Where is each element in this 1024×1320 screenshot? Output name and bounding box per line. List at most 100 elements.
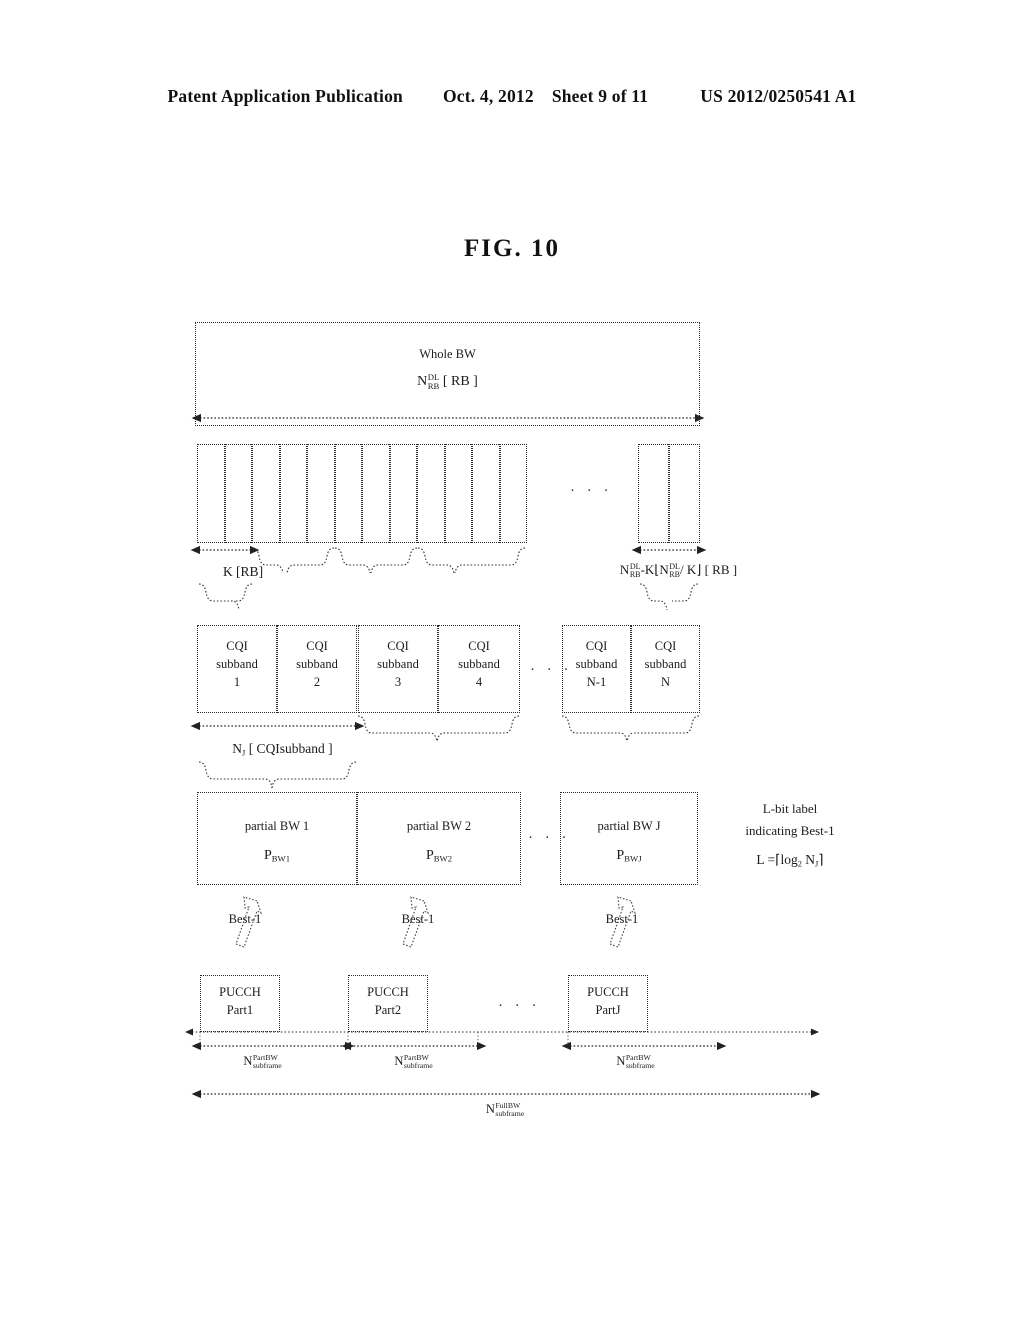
lbit-L: L: [756, 852, 765, 867]
figure-title: FIG. 10: [464, 235, 560, 262]
cqi-subband-text: CQI subband 1: [197, 637, 277, 691]
cqi-subband-text: CQI subband N-1: [562, 637, 631, 691]
fullbw-subframe-label: N FullBW subframe: [440, 1100, 570, 1118]
nj-cqisubband-label: NJ [ CQIsubband ]: [200, 739, 365, 759]
header-sheet: Sheet 9 of 11: [551, 86, 649, 106]
pucch-line2-j: PartJ: [595, 1003, 621, 1018]
pbwsf-n-j: N: [616, 1054, 626, 1068]
cqi-line1: CQI: [226, 639, 248, 653]
fbwsf-n: N: [485, 1102, 495, 1116]
rb-cell: [444, 444, 472, 543]
lbit-note-line1: L-bit label: [762, 801, 818, 816]
lbit-log: log: [780, 852, 798, 867]
cqi-line1: CQI: [387, 639, 409, 653]
rb-cell: [307, 444, 335, 543]
pucch-line2-2: Part2: [374, 1003, 402, 1018]
pucch-text-1: PUCCH Part1: [200, 983, 280, 1019]
rf-stack2: DL RB: [669, 562, 680, 580]
whole-bw-formula-sub: RB: [427, 380, 440, 391]
lbit-close: ⌉: [818, 852, 824, 867]
header-date: Oct. 4, 2012: [442, 86, 534, 106]
patent-figure-page: Patent Application Publication Oct. 4, 2…: [0, 0, 1024, 1320]
pbwsf-stack-1: PartBW subframe: [253, 1054, 282, 1070]
partial-bw-title-1: partial BW 1: [244, 819, 310, 833]
partial-bw-title-j: partial BW J: [597, 819, 661, 833]
rb-cell: [252, 444, 280, 543]
partial-bw-title-2: partial BW 2: [406, 819, 472, 833]
rf-n2: N: [659, 562, 669, 577]
pbwsf-n-2: N: [394, 1054, 404, 1068]
lbit-note-line2: indicating Best-1: [745, 823, 835, 838]
rb-cell: [499, 444, 527, 543]
k-rb-label: K [RB]: [222, 564, 264, 579]
remainder-brace: [639, 583, 699, 611]
pbwsf-sub-1: subframe: [252, 1061, 282, 1071]
rf-mid: -K: [640, 562, 655, 577]
whole-bw-label: Whole BW: [419, 347, 476, 361]
rf-n1: N: [619, 562, 630, 577]
rf-sub1: RB: [629, 570, 641, 580]
whole-bw-formula-stack: DL RB: [428, 373, 440, 390]
partbw-subframe-label-j: N PartBW subframe: [578, 1052, 693, 1070]
rb-cell: [638, 444, 669, 543]
pbw-sub-j: BWJ: [624, 853, 642, 864]
cqi-line1: CQI: [468, 639, 490, 653]
fbwsf-stack: FullBW subframe: [495, 1102, 524, 1118]
pbwsf-sub-2: subframe: [403, 1061, 433, 1071]
cqi-line1: CQI: [306, 639, 328, 653]
best1-label: Best-1: [228, 912, 262, 926]
rf-sub2: RB: [669, 570, 680, 580]
rf-div: / K: [680, 562, 697, 577]
rb-cell: [362, 444, 390, 543]
pbwsf-stack-j: PartBW subframe: [626, 1054, 655, 1070]
nj-brace: [198, 761, 357, 789]
header-patent-number: US 2012/0250541 A1: [700, 86, 857, 106]
rb-cell: [224, 444, 252, 543]
cqi-subband-text: CQI subband 4: [438, 637, 520, 691]
rb-cell: [279, 444, 307, 543]
nj-n: N: [232, 741, 243, 756]
pucch-line1-j: PUCCH: [587, 985, 629, 999]
cqi-line3: N-1: [586, 675, 607, 690]
cqi-line1: CQI: [654, 639, 677, 653]
rb-cell: [389, 444, 417, 543]
cqi-line1: CQI: [585, 639, 608, 653]
header-publication: Patent Application Publication: [167, 86, 403, 106]
pucch-ellipsis: · · ·: [498, 998, 541, 1014]
lbit-note-formula: L =⌈log2 NJ⌉: [700, 850, 880, 870]
pucch-text-2: PUCCH Part2: [348, 983, 428, 1019]
cqi-line3: 1: [233, 675, 241, 690]
pucch-line1-2: PUCCH: [367, 985, 409, 999]
lbit-N: N: [805, 852, 816, 867]
cqi-subband-text: CQI subband 3: [358, 637, 438, 691]
rf-floor-close: ⌋: [696, 562, 702, 577]
rb-cell: [417, 444, 445, 543]
whole-bw-formula-n: N: [417, 374, 428, 389]
rf-stack1: DL RB: [629, 562, 641, 580]
cqi-subband-text: CQI subband N: [631, 637, 700, 691]
whole-bw-formula: N DL RB [ RB ]: [195, 372, 700, 392]
lbit-logsub: 2: [797, 859, 802, 869]
whole-bw-formula-unit: [ RB ]: [442, 374, 478, 389]
cqi-group-braces: [357, 715, 700, 743]
rb-cell: [472, 444, 500, 543]
pucch-line2-1: Part1: [226, 1003, 254, 1018]
rb-group-braces: [251, 547, 526, 574]
cqi-line2: subband: [575, 657, 618, 672]
cqi-line3: 2: [313, 675, 321, 690]
page-header: Patent Application Publication Oct. 4, 2…: [0, 86, 1024, 107]
timeline-ticks: [199, 1032, 569, 1046]
partial-bw-box-2: [357, 792, 521, 885]
remainder-rb-formula: N DL RB -K⌊N DL RB / K⌋ [ RB ]: [586, 561, 771, 580]
nj-sub: J: [242, 748, 246, 758]
nj-unit: [ CQIsubband ]: [248, 741, 333, 756]
cqi-line2: subband: [377, 657, 419, 672]
cqi-line3: N: [660, 675, 671, 690]
pbwsf-n-1: N: [243, 1054, 253, 1068]
fbwsf-sub: subframe: [495, 1109, 525, 1119]
pbw-p-1: P: [263, 848, 272, 863]
pbwsf-sub-j: subframe: [625, 1061, 655, 1071]
cqi-line2: subband: [644, 657, 687, 672]
pucch-line1-1: PUCCH: [219, 985, 261, 999]
pbw-sub-2: BW2: [433, 853, 453, 864]
